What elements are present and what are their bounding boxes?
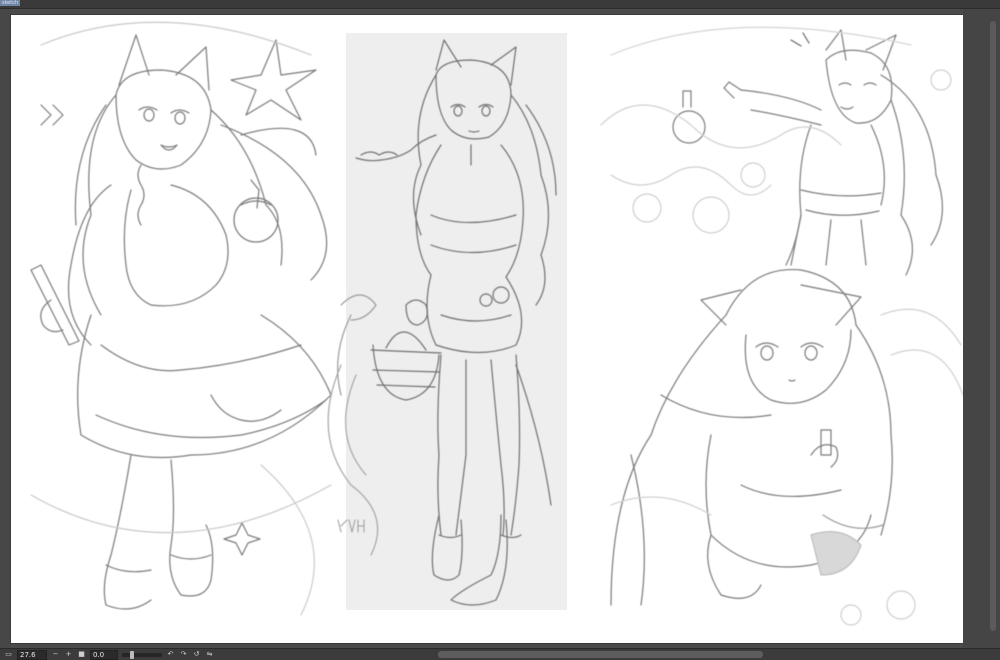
vertical-scroll-thumb[interactable] (990, 21, 996, 631)
fit-window-icon[interactable]: ■ (77, 650, 86, 659)
right-gutter (963, 9, 1000, 648)
rotation-angle-input[interactable]: 0.0 (90, 649, 118, 660)
sketch-artwork (30, 21, 963, 626)
rotation-slider[interactable] (122, 650, 162, 659)
center-figure-panel (346, 33, 567, 610)
zoom-input[interactable]: 27.6 (17, 649, 47, 660)
right-bottom-figure-sketch (610, 268, 963, 626)
top-toolbar: sketch (0, 0, 1000, 9)
vertical-scrollbar[interactable] (990, 21, 996, 631)
reset-view-icon[interactable]: ↺ (192, 650, 201, 659)
right-top-figure-sketch (600, 26, 952, 276)
left-panel-edge (0, 9, 11, 648)
rotation-slider-knob[interactable] (130, 650, 134, 659)
left-figure-sketch (30, 21, 332, 616)
zoom-in-button[interactable]: + (64, 650, 73, 659)
rotate-right-icon[interactable]: ↷ (179, 650, 188, 659)
horizontal-scrollbar[interactable] (438, 651, 763, 658)
rotate-left-icon[interactable]: ↶ (166, 650, 175, 659)
status-bar: ▭ 27.6 − + ■ 0.0 ↶ ↷ ↺ ⇋ (0, 648, 1000, 660)
drawing-canvas[interactable] (11, 15, 963, 643)
document-tab[interactable]: sketch (0, 0, 20, 6)
navigator-icon[interactable]: ▭ (4, 650, 13, 659)
zoom-out-button[interactable]: − (51, 650, 60, 659)
flip-icon[interactable]: ⇋ (205, 650, 214, 659)
